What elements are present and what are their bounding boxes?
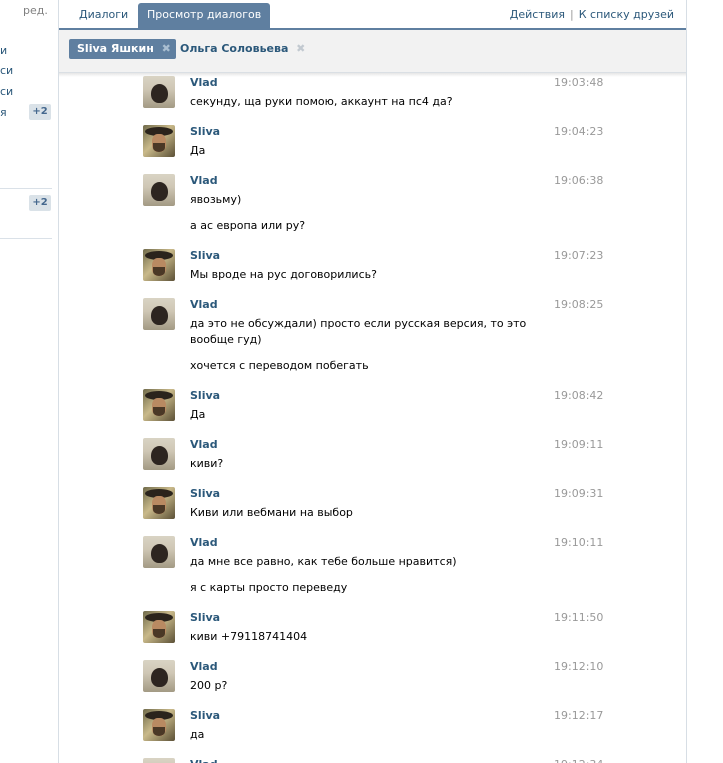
message-time[interactable]: 19:06:38: [554, 174, 603, 187]
message-text: явозьму): [190, 193, 242, 206]
left-sidebar: ред. и си си я +2 +2: [0, 0, 52, 763]
tab-dialogs[interactable]: Диалоги: [70, 3, 137, 28]
dialog-panel: Диалоги Просмотр диалогов Действия | К спи…: [58, 0, 687, 763]
message-author[interactable]: Vlad: [190, 758, 218, 763]
message-text: киви?: [190, 457, 224, 470]
message-author[interactable]: Sliva: [190, 249, 220, 262]
tab-actions: Действия | К списку друзей: [510, 8, 674, 21]
message-text: 200 р?: [190, 679, 228, 692]
message-time[interactable]: 19:09:11: [554, 438, 603, 451]
avatar[interactable]: [143, 660, 175, 692]
close-icon[interactable]: ✖: [296, 39, 305, 59]
message-author[interactable]: Vlad: [190, 438, 218, 451]
message-author[interactable]: Sliva: [190, 125, 220, 138]
message-list: Vlad 19:03:48 секунду, ща руки помою, акка…: [59, 76, 686, 763]
avatar[interactable]: [143, 125, 175, 157]
sidebar-item[interactable]: си: [0, 85, 13, 98]
message-author[interactable]: Sliva: [190, 389, 220, 402]
message-time[interactable]: 19:12:17: [554, 709, 603, 722]
message-time[interactable]: 19:12:10: [554, 660, 603, 673]
message-text: секунду, ща руки помою, аккаунт на пс4 д…: [190, 95, 453, 108]
divider: [0, 238, 52, 239]
message-text: хочется с переводом побегать: [190, 359, 369, 372]
message-author[interactable]: Sliva: [190, 487, 220, 500]
message-text: киви +79118741404: [190, 630, 308, 643]
avatar[interactable]: [143, 611, 175, 643]
message-author[interactable]: Vlad: [190, 660, 218, 673]
message-time[interactable]: 19:12:34: [554, 758, 603, 763]
message-text: а ас европа или ру?: [190, 219, 306, 232]
message-time[interactable]: 19:04:23: [554, 125, 603, 138]
avatar[interactable]: [143, 438, 175, 470]
message-text: Мы вроде на рус договорились?: [190, 268, 377, 281]
avatar[interactable]: [143, 76, 175, 108]
count-badge[interactable]: +2: [29, 195, 51, 211]
participant-name: Ольга Соловьева: [180, 42, 289, 55]
message-text: Киви или вебмани на выбор: [190, 506, 353, 519]
participant-chip[interactable]: Sliva Яшкин ✖: [69, 39, 176, 59]
divider: [0, 188, 52, 189]
message-time[interactable]: 19:09:31: [554, 487, 603, 500]
message-time[interactable]: 19:10:11: [554, 536, 603, 549]
message-text: Да: [190, 144, 206, 157]
message-text: я с карты просто переведу: [190, 581, 348, 594]
message-text: да мне все равно, как тебе больше нравит…: [190, 555, 457, 568]
sidebar-item[interactable]: и: [0, 44, 7, 57]
message-author[interactable]: Sliva: [190, 709, 220, 722]
message-author[interactable]: Vlad: [190, 536, 218, 549]
participant-name: Sliva Яшкин: [77, 42, 154, 55]
avatar[interactable]: [143, 389, 175, 421]
tab-view-dialogs[interactable]: Просмотр диалогов: [138, 3, 271, 28]
avatar[interactable]: [143, 249, 175, 281]
message-text: да: [190, 728, 205, 741]
tabs-bar: Диалоги Просмотр диалогов Действия | К спи…: [59, 0, 686, 30]
avatar[interactable]: [143, 298, 175, 330]
sidebar-item[interactable]: я: [0, 106, 7, 119]
avatar[interactable]: [143, 758, 175, 763]
participant-chip[interactable]: Ольга Соловьева ✖: [172, 39, 310, 59]
actions-link[interactable]: Действия: [510, 8, 565, 21]
message-author[interactable]: Vlad: [190, 298, 218, 311]
close-icon[interactable]: ✖: [162, 39, 171, 59]
message-author[interactable]: Vlad: [190, 174, 218, 187]
message-time[interactable]: 19:07:23: [554, 249, 603, 262]
friends-list-link[interactable]: К списку друзей: [579, 8, 674, 21]
message-time[interactable]: 19:08:42: [554, 389, 603, 402]
message-time[interactable]: 19:08:25: [554, 298, 603, 311]
actions-separator: |: [570, 8, 574, 21]
sidebar-item[interactable]: си: [0, 64, 13, 77]
avatar[interactable]: [143, 487, 175, 519]
message-author[interactable]: Vlad: [190, 76, 218, 89]
avatar[interactable]: [143, 709, 175, 741]
edit-link[interactable]: ред.: [23, 4, 48, 17]
participants-bar: Sliva Яшкин ✖ Ольга Соловьева ✖: [59, 30, 686, 73]
message-text: да это не обсуждали) просто если русская…: [190, 317, 527, 346]
message-author[interactable]: Sliva: [190, 611, 220, 624]
message-time[interactable]: 19:03:48: [554, 76, 603, 89]
count-badge[interactable]: +2: [29, 104, 51, 120]
avatar[interactable]: [143, 174, 175, 206]
avatar[interactable]: [143, 536, 175, 568]
message-text: Да: [190, 408, 206, 421]
message-time[interactable]: 19:11:50: [554, 611, 603, 624]
